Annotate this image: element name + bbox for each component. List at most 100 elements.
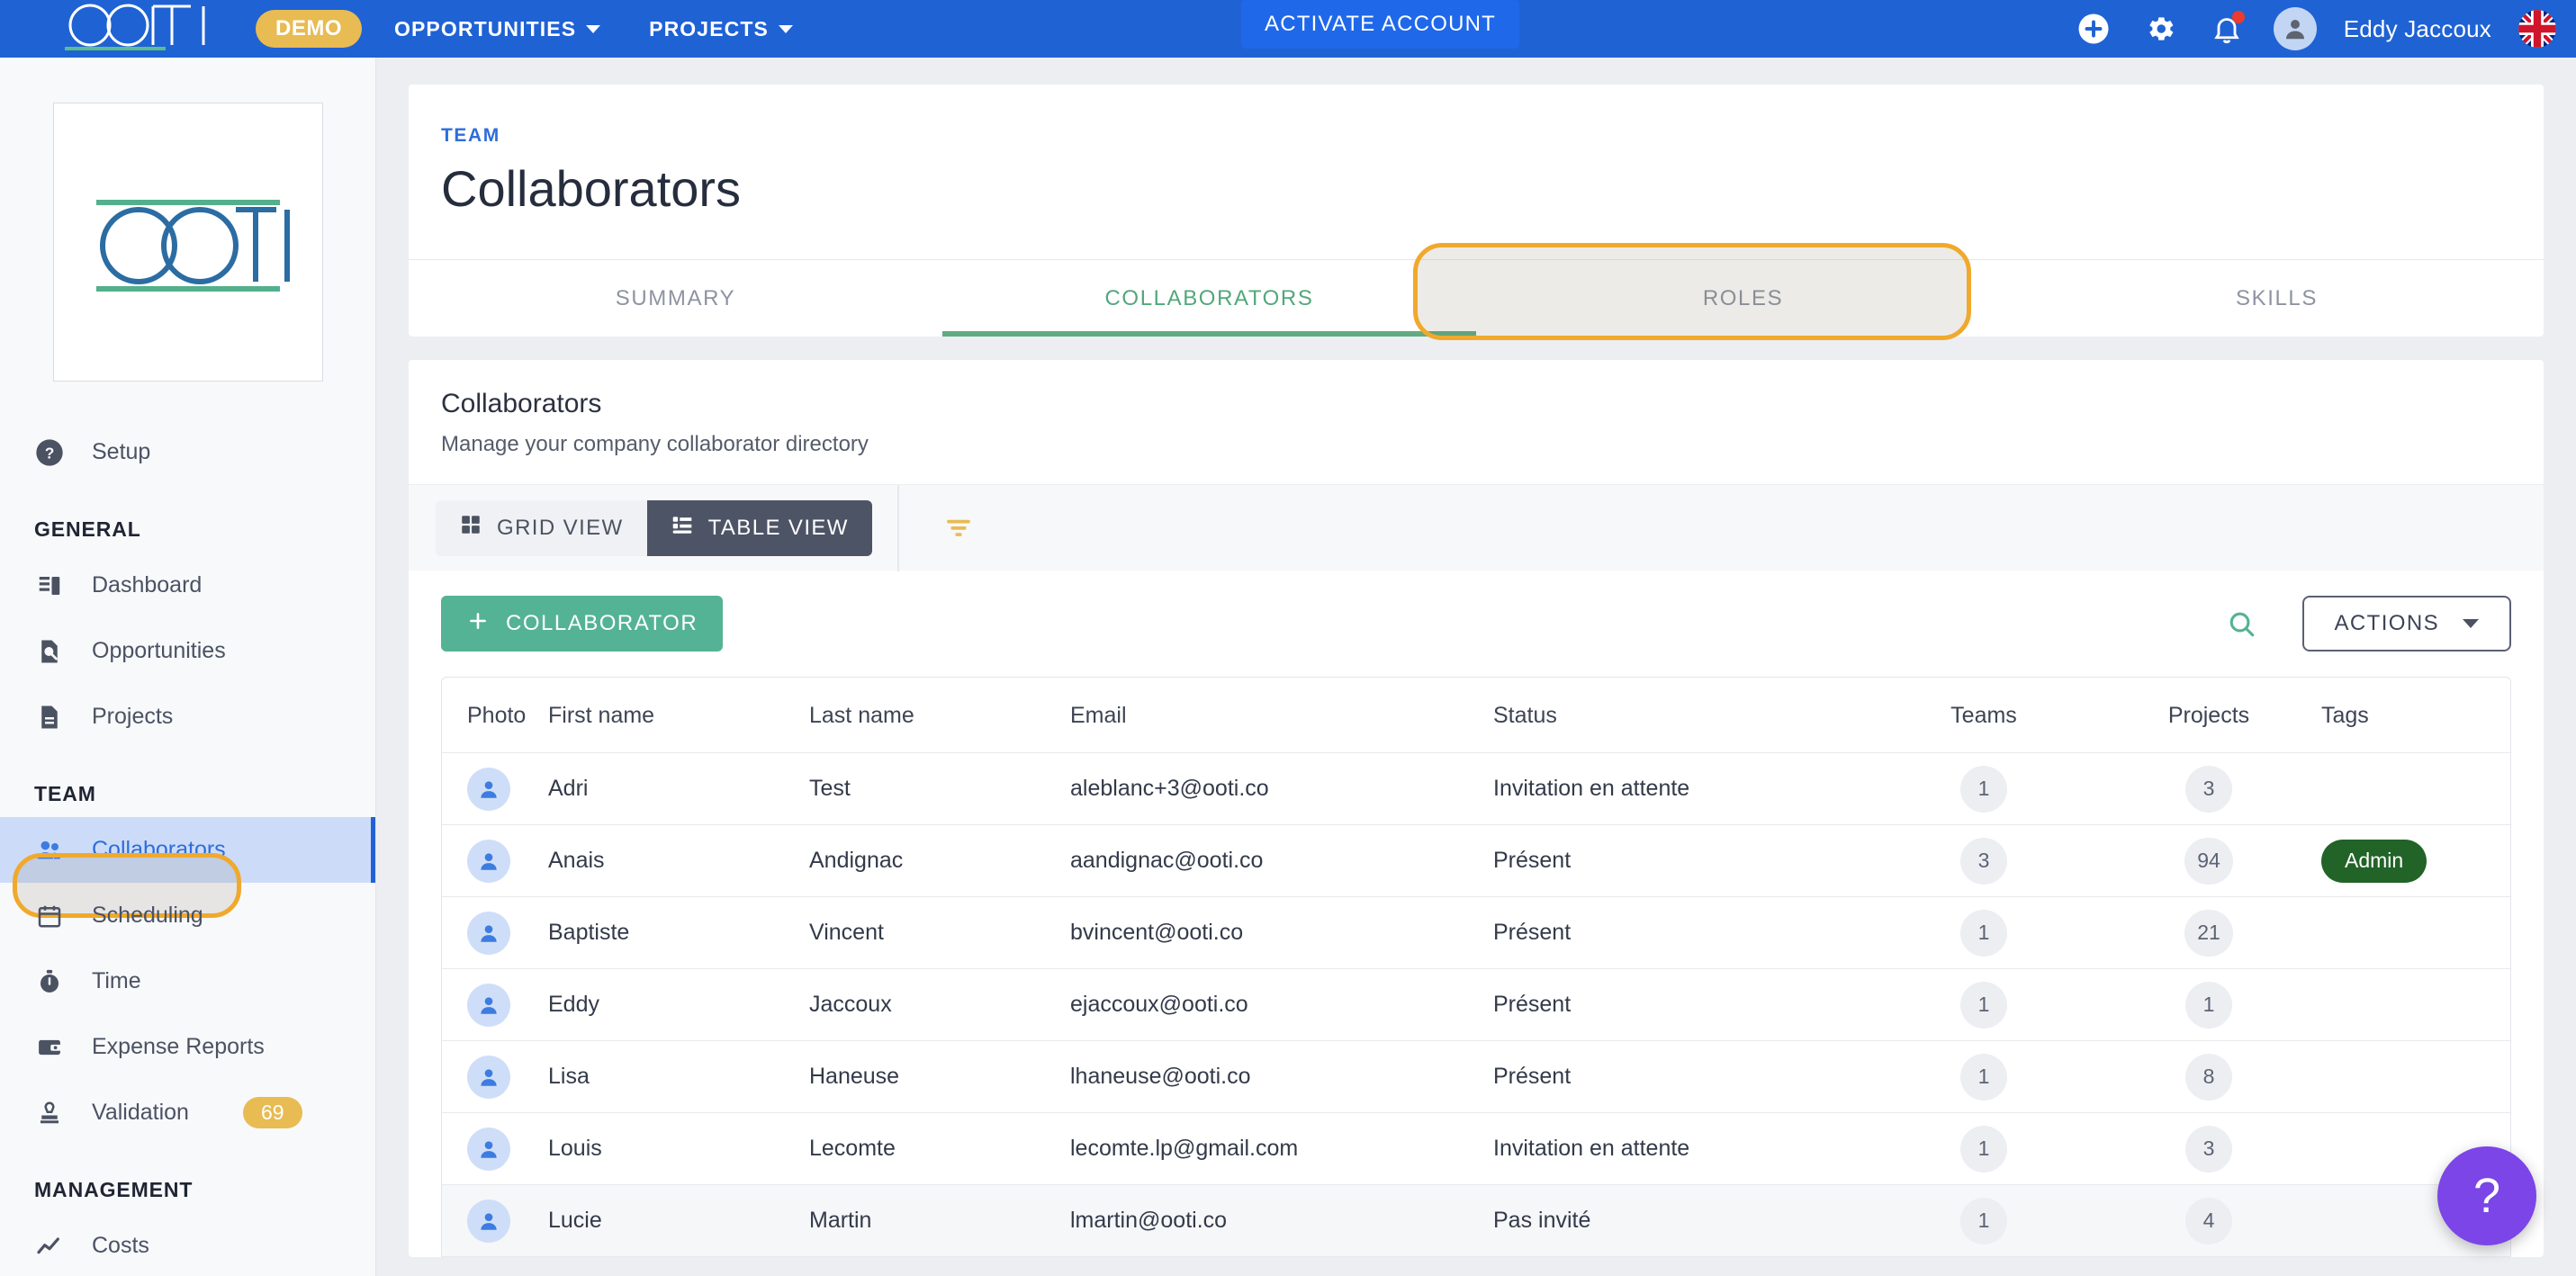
add-circle-icon[interactable] [2074, 9, 2113, 49]
sidebar-item-time[interactable]: Time [0, 948, 375, 1014]
sidebar-item-expense-reports[interactable]: Expense Reports [0, 1014, 375, 1080]
cell-last-name: Andignac [809, 824, 1070, 897]
actions-label: ACTIONS [2334, 611, 2439, 635]
table-row[interactable]: Louis Lecomte lecomte.lp@gmail.com Invitati… [442, 1112, 2510, 1185]
demo-badge: DEMO [256, 10, 362, 48]
user-name-label[interactable]: Eddy Jaccoux [2344, 15, 2491, 43]
plus-icon [466, 609, 490, 639]
sidebar-item-collaborators[interactable]: Collaborators [0, 817, 375, 883]
column-header-teams[interactable]: Teams [1871, 678, 2096, 753]
table-row[interactable]: Anais Andignac aandignac@ooti.co Présent 3 94… [442, 824, 2510, 897]
grid-view-button[interactable]: GRID VIEW [436, 499, 647, 556]
column-header-last-name[interactable]: Last name [809, 678, 1070, 753]
table-row[interactable]: Adri Test aleblanc+3@ooti.co Invitation en … [442, 752, 2510, 825]
avatar [467, 1199, 510, 1243]
cell-teams: 1 [1871, 968, 2096, 1041]
cell-status: Présent [1493, 968, 1871, 1041]
tab-skills[interactable]: SKILLS [2010, 260, 2544, 337]
cell-projects: 3 [2096, 752, 2321, 825]
bell-icon[interactable] [2207, 9, 2247, 49]
cell-photo [442, 1112, 548, 1185]
projects-count-badge: 8 [2185, 1053, 2232, 1101]
table-row[interactable]: Eddy Jaccoux ejaccoux@ooti.co Présent 1 1 [442, 968, 2510, 1041]
cell-tags [2321, 752, 2510, 825]
breadcrumb: TEAM [441, 125, 500, 146]
sidebar-item-setup[interactable]: ? Setup [0, 419, 375, 485]
table-view-button[interactable]: TABLE VIEW [646, 499, 872, 556]
sidebar-item-costs[interactable]: Costs [0, 1213, 375, 1276]
table-view-label: TABLE VIEW [707, 515, 849, 540]
grid-view-label: GRID VIEW [497, 515, 624, 540]
column-header-tags[interactable]: Tags [2321, 678, 2510, 753]
table-body: Adri Test aleblanc+3@ooti.co Invitation en … [442, 752, 2510, 1257]
tab-collaborators[interactable]: COLLABORATORS [942, 260, 1476, 337]
avatar [467, 839, 510, 883]
top-nav-items: OPPORTUNITIES PROJECTS [394, 17, 793, 41]
question-mark-icon: ? [2472, 1169, 2501, 1223]
cell-email: lhaneuse@ooti.co [1070, 1040, 1493, 1113]
cell-email: aandignac@ooti.co [1070, 824, 1493, 897]
cell-photo [442, 1184, 548, 1257]
actions-button[interactable]: ACTIONS [2301, 596, 2511, 651]
sidebar-item-validation[interactable]: Validation 69 [0, 1080, 375, 1146]
opportunity-search-icon [34, 636, 65, 667]
collaborators-panel: Collaborators Manage your company collab… [409, 360, 2544, 1257]
nav-projects[interactable]: PROJECTS [649, 17, 793, 41]
gear-icon[interactable] [2140, 9, 2180, 49]
add-collaborator-button[interactable]: COLLABORATOR [441, 596, 724, 651]
sidebar-section-general: GENERAL [34, 517, 141, 541]
cell-email: bvincent@ooti.co [1070, 896, 1493, 969]
cell-projects: 8 [2096, 1040, 2321, 1113]
chevron-down-icon [2463, 619, 2479, 628]
projects-count-badge: 21 [2184, 909, 2233, 957]
cell-projects: 21 [2096, 896, 2321, 969]
cell-photo [442, 1040, 548, 1113]
cell-tags [2321, 1040, 2510, 1113]
table-row[interactable]: Lisa Haneuse lhaneuse@ooti.co Présent 1 8 [442, 1040, 2510, 1113]
dashboard-icon [34, 571, 65, 601]
cell-email: aleblanc+3@ooti.co [1070, 752, 1493, 825]
column-header-projects[interactable]: Projects [2096, 678, 2321, 753]
table-row[interactable]: Lucie Martin lmartin@ooti.co Pas invité 1 4 [442, 1184, 2510, 1257]
cell-teams: 1 [1871, 1184, 2096, 1257]
cell-email: lecomte.lp@gmail.com [1070, 1112, 1493, 1185]
filter-icon[interactable] [939, 508, 978, 548]
cell-email: lmartin@ooti.co [1070, 1184, 1493, 1257]
nav-opportunities[interactable]: OPPORTUNITIES [394, 17, 601, 41]
avatar [467, 983, 510, 1027]
teams-count-badge: 1 [1960, 1125, 2007, 1173]
sidebar-section-team: TEAM [34, 782, 96, 805]
sidebar-item-projects[interactable]: Projects [0, 684, 375, 750]
cell-first-name: Lisa [548, 1040, 809, 1113]
cell-projects: 94 [2096, 824, 2321, 897]
avatar[interactable] [2273, 7, 2317, 50]
sidebar-item-scheduling[interactable]: Scheduling [0, 883, 375, 948]
table-row[interactable]: Baptiste Vincent bvincent@ooti.co Présent 1 2… [442, 896, 2510, 969]
help-button[interactable]: ? [2437, 1146, 2536, 1245]
projects-count-badge: 1 [2185, 981, 2232, 1029]
ooti-logo[interactable] [59, 4, 239, 50]
search-icon[interactable] [2221, 604, 2261, 643]
sidebar-item-expense-reports-label: Expense Reports [92, 1034, 265, 1059]
cell-last-name: Jaccoux [809, 968, 1070, 1041]
projects-count-badge: 3 [2185, 1125, 2232, 1173]
column-header-email[interactable]: Email [1070, 678, 1493, 753]
tab-summary[interactable]: SUMMARY [409, 260, 942, 337]
people-icon [34, 835, 65, 866]
column-header-first-name[interactable]: First name [548, 678, 809, 753]
page-title: Collaborators [441, 160, 742, 217]
list-icon [671, 513, 694, 543]
top-navigation-bar: DEMO OPPORTUNITIES PROJECTS ACTIVATE ACC… [0, 0, 2576, 58]
column-header-status[interactable]: Status [1493, 678, 1871, 753]
flag-uk-icon[interactable] [2518, 10, 2556, 48]
sidebar-item-dashboard[interactable]: Dashboard [0, 553, 375, 618]
sidebar-item-opportunities[interactable]: Opportunities [0, 618, 375, 684]
activate-account-button[interactable]: ACTIVATE ACCOUNT [1241, 0, 1519, 49]
sidebar-item-costs-label: Costs [92, 1233, 149, 1258]
cell-status: Invitation en attente [1493, 752, 1871, 825]
cell-tags [2321, 968, 2510, 1041]
tab-roles[interactable]: ROLES [1476, 260, 2010, 337]
chevron-down-icon [778, 24, 793, 33]
teams-count-badge: 1 [1960, 981, 2007, 1029]
column-header-photo[interactable]: Photo [442, 678, 548, 753]
